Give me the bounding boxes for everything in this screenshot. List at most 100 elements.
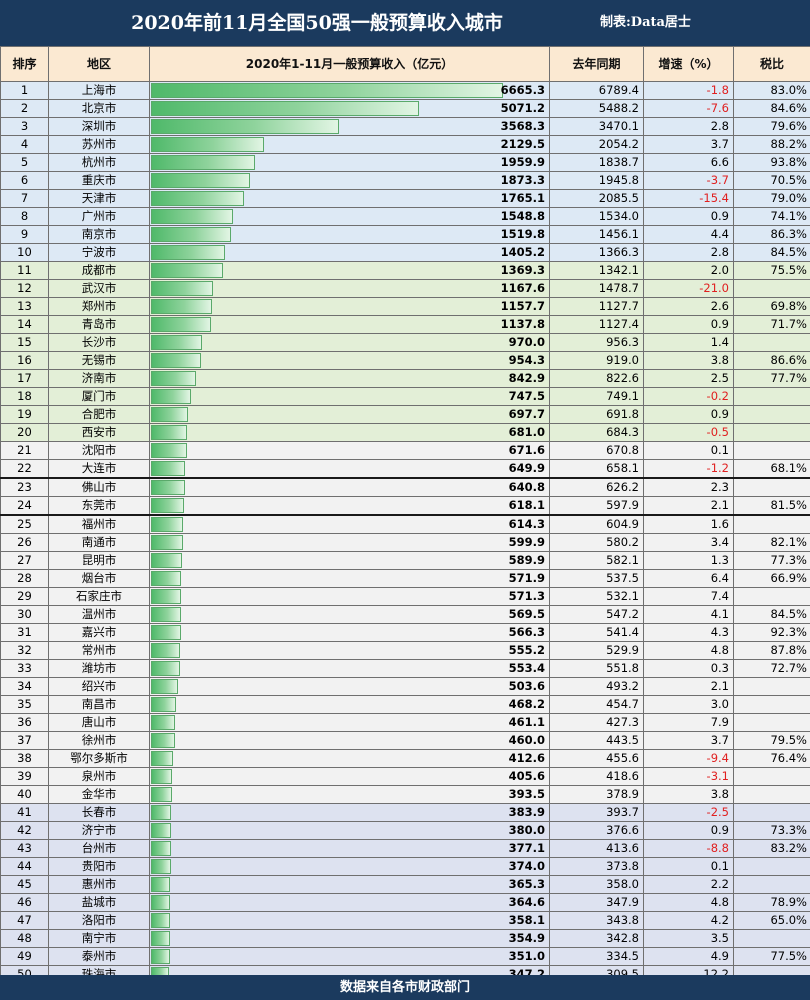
rank-cell: 44 [0,857,49,876]
revenue-cell: 412.6 [149,749,550,768]
rank-cell: 29 [0,587,49,606]
tax-ratio-cell [733,695,810,714]
table-row: 7 天津市 1765.1 2085.5 -15.4 79.0% [0,189,810,208]
revenue-cell: 1369.3 [149,261,550,280]
revenue-cell: 461.1 [149,713,550,732]
column-header-tax-ratio: 税比 [733,46,810,82]
rank-cell: 40 [0,785,49,804]
revenue-value: 681.0 [508,425,545,439]
city-cell: 广州市 [48,207,150,226]
rank-cell: 49 [0,947,49,966]
last-year-cell: 597.9 [549,496,644,516]
revenue-value: 566.3 [508,625,545,639]
city-cell: 南宁市 [48,929,150,948]
revenue-cell: 358.1 [149,911,550,930]
revenue-value: 970.0 [508,335,545,349]
revenue-value: 954.3 [508,353,545,367]
rank-cell: 5 [0,153,49,172]
growth-cell: -9.4 [643,749,734,768]
revenue-value: 354.9 [508,931,545,945]
revenue-cell: 393.5 [149,785,550,804]
revenue-bar [151,733,176,748]
rank-cell: 4 [0,135,49,154]
tax-ratio-cell: 77.5% [733,947,810,966]
rank-cell: 6 [0,171,49,190]
revenue-value: 393.5 [508,787,545,801]
chart-canvas: 2020年前11月全国50强一般预算收入城市 制表:Data居士 排序 地区 2… [0,0,810,1000]
revenue-value: 571.9 [508,571,545,585]
city-cell: 徐州市 [48,731,150,750]
tax-ratio-cell: 75.5% [733,261,810,280]
tax-ratio-cell: 66.9% [733,569,810,588]
table-row: 48 南宁市 354.9 342.8 3.5 [0,929,810,948]
table-row: 26 南通市 599.9 580.2 3.4 82.1% [0,533,810,552]
city-cell: 东莞市 [48,496,150,516]
table-row: 20 西安市 681.0 684.3 -0.5 [0,423,810,442]
revenue-bar [151,787,172,802]
city-cell: 郑州市 [48,297,150,316]
revenue-value: 747.5 [508,389,545,403]
rank-cell: 37 [0,731,49,750]
revenue-cell: 1157.7 [149,297,550,316]
last-year-cell: 454.7 [549,695,644,714]
table-row: 29 石家庄市 571.3 532.1 7.4 [0,587,810,606]
last-year-cell: 537.5 [549,569,644,588]
growth-cell: -15.4 [643,189,734,208]
revenue-value: 1548.8 [500,209,545,223]
column-header-last-year: 去年同期 [549,46,644,82]
revenue-bar [151,480,185,495]
table-row: 5 杭州市 1959.9 1838.7 6.6 93.8% [0,153,810,172]
growth-cell: -3.1 [643,767,734,786]
revenue-value: 374.0 [508,859,545,873]
revenue-value: 5071.2 [500,101,545,115]
growth-cell: 4.8 [643,641,734,660]
tax-ratio-cell: 65.0% [733,911,810,930]
rank-cell: 30 [0,605,49,624]
rank-cell: 22 [0,459,49,479]
city-cell: 唐山市 [48,713,150,732]
revenue-bar [151,281,213,296]
revenue-value: 503.6 [508,679,545,693]
growth-cell: 0.9 [643,315,734,334]
revenue-bar [151,931,170,946]
city-cell: 成都市 [48,261,150,280]
rank-cell: 26 [0,533,49,552]
revenue-cell: 383.9 [149,803,550,822]
tax-ratio-cell [733,767,810,786]
revenue-bar [151,335,203,350]
last-year-cell: 658.1 [549,459,644,479]
table-row: 17 济南市 842.9 822.6 2.5 77.7% [0,369,810,388]
city-cell: 杭州市 [48,153,150,172]
city-cell: 长沙市 [48,333,150,352]
revenue-value: 3568.3 [500,119,545,133]
growth-cell: 2.2 [643,875,734,894]
city-cell: 苏州市 [48,135,150,154]
city-cell: 福州市 [48,514,150,534]
city-cell: 贵阳市 [48,857,150,876]
city-cell: 青岛市 [48,315,150,334]
last-year-cell: 418.6 [549,767,644,786]
table-row: 15 长沙市 970.0 956.3 1.4 [0,333,810,352]
tax-ratio-cell: 69.8% [733,297,810,316]
last-year-cell: 532.1 [549,587,644,606]
table-row: 16 无锡市 954.3 919.0 3.8 86.6% [0,351,810,370]
revenue-value: 6665.3 [500,83,545,97]
revenue-cell: 365.3 [149,875,550,894]
revenue-value: 383.9 [508,805,545,819]
revenue-cell: 649.9 [149,459,550,479]
revenue-value: 377.1 [508,841,545,855]
last-year-cell: 1838.7 [549,153,644,172]
growth-cell: 3.5 [643,929,734,948]
growth-cell: 4.2 [643,911,734,930]
tax-ratio-cell: 77.3% [733,551,810,570]
city-cell: 嘉兴市 [48,623,150,642]
city-cell: 南京市 [48,225,150,244]
rank-cell: 14 [0,315,49,334]
tax-ratio-cell [733,875,810,894]
last-year-cell: 956.3 [549,333,644,352]
revenue-bar [151,389,191,404]
tax-ratio-cell [733,387,810,406]
last-year-cell: 347.9 [549,893,644,912]
growth-cell: 2.8 [643,243,734,262]
revenue-bar [151,535,183,550]
